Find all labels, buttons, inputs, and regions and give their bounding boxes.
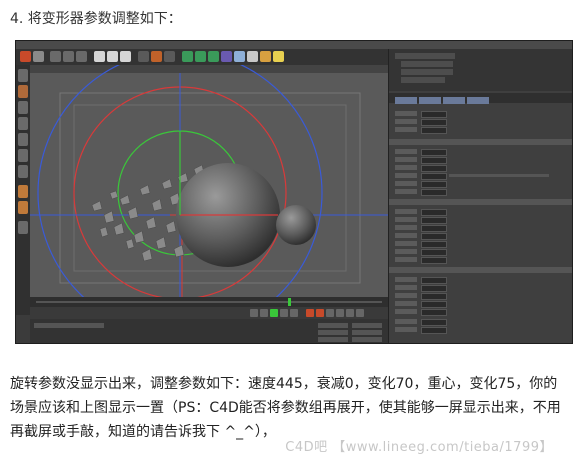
texture-mode-icon[interactable] [18,101,28,114]
rotation-key-icon[interactable] [346,309,354,317]
points-mode-icon[interactable] [18,133,28,146]
pen-icon[interactable] [195,51,206,62]
go-start-icon[interactable] [250,309,258,317]
object-row[interactable] [401,69,453,75]
y-axis-icon[interactable] [107,51,118,62]
coord-y-field[interactable] [318,330,348,335]
z-axis-icon[interactable] [120,51,131,62]
watermark: C4D吧 【www.lineeg.com/tieba/1799】 [285,440,553,455]
coord-size-z-field[interactable] [352,337,382,342]
tab-basic[interactable] [395,97,417,104]
material-and-coords-panel [30,319,388,343]
keyframe-icon[interactable] [326,309,334,317]
lock-icon[interactable] [18,201,28,214]
left-tool-strip [16,65,30,315]
model-mode-icon[interactable] [18,85,28,98]
step-back-icon[interactable] [260,309,268,317]
section-header[interactable] [389,139,572,145]
polygons-mode-icon[interactable] [18,165,28,178]
render-icon[interactable] [151,51,162,62]
tab-coord[interactable] [419,97,441,104]
section-header[interactable] [389,267,572,273]
workplane-icon[interactable] [18,117,28,130]
coord-size-y-field[interactable] [352,330,382,335]
object-row[interactable] [395,53,455,59]
auto-key-icon[interactable] [316,309,324,317]
snap-icon[interactable] [18,185,28,198]
scene-icon[interactable] [247,51,258,62]
move-tool-icon[interactable] [50,51,61,62]
coord-x-field[interactable] [318,323,348,328]
caption-text: 旋转参数没显示出来，调整参数如下：速度445，衰减0，变化70，重心，变化75，… [10,376,561,440]
scale-key-icon[interactable] [356,309,364,317]
menu-bar [16,41,572,49]
step-title: 4. 将变形器参数调整如下： [10,11,182,27]
rotate-tool-icon[interactable] [76,51,87,62]
nurbs-icon[interactable] [208,51,219,62]
material-manager-bar[interactable] [34,323,104,328]
go-end-icon[interactable] [290,309,298,317]
perspective-viewport[interactable] [30,65,388,297]
camera-icon[interactable] [260,51,271,62]
viewport-scene [30,65,388,297]
scale-tool-icon[interactable] [63,51,74,62]
main-toolbar [16,49,388,66]
object-row[interactable] [401,77,445,83]
coord-size-x-field[interactable] [352,323,382,328]
object-manager [389,49,572,91]
section-header[interactable] [389,199,572,205]
render-view-icon[interactable] [138,51,149,62]
position-key-icon[interactable] [336,309,344,317]
coord-z-field[interactable] [318,337,348,342]
play-icon[interactable] [270,309,278,317]
edges-mode-icon[interactable] [18,149,28,162]
right-panel [388,49,572,343]
transport-controls [30,307,388,319]
make-editable-icon[interactable] [18,69,28,82]
object-row[interactable] [401,61,453,67]
c4d-screenshot [15,40,573,344]
light-icon[interactable] [273,51,284,62]
timeline[interactable] [30,297,388,307]
undo-icon[interactable] [20,51,31,62]
axis-mode-icon[interactable] [18,221,28,234]
tab-falloff[interactable] [467,97,489,104]
record-icon[interactable] [306,309,314,317]
timeline-track [36,301,382,303]
cube-icon[interactable] [182,51,193,62]
array-icon[interactable] [221,51,232,62]
deformer-icon[interactable] [234,51,245,62]
step-forward-icon[interactable] [280,309,288,317]
x-axis-icon[interactable] [94,51,105,62]
playhead[interactable] [288,298,291,306]
render-settings-icon[interactable] [164,51,175,62]
small-sphere [276,205,316,245]
tab-object[interactable] [443,97,465,104]
redo-icon[interactable] [33,51,44,62]
